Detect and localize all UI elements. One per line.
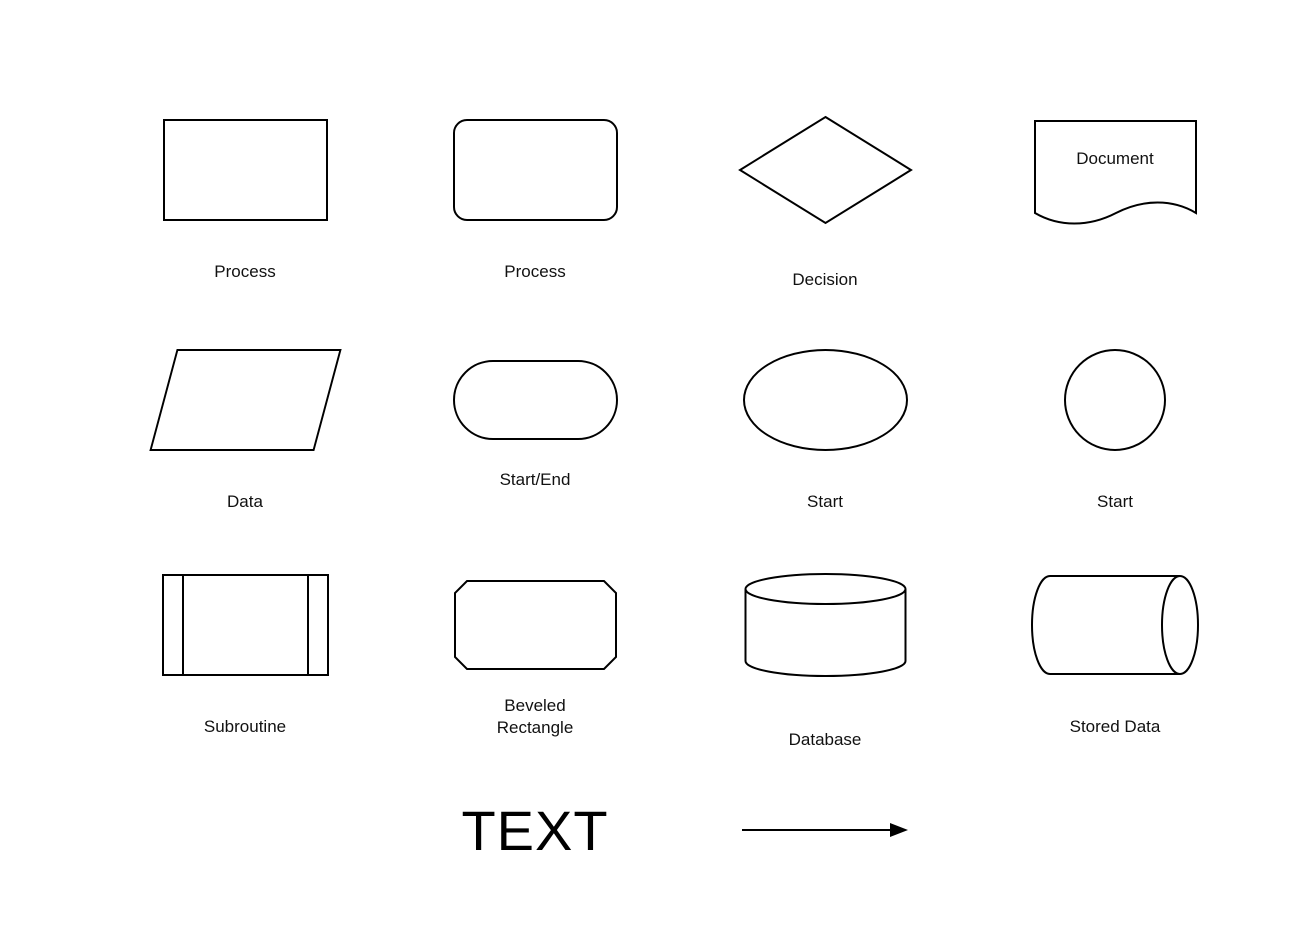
diamond-icon bbox=[738, 115, 913, 225]
shape-label: Process bbox=[163, 221, 328, 323]
shape-beveled-rectangle: Beveled Rectangle bbox=[390, 545, 680, 705]
shape-process-rectangle: Process bbox=[100, 90, 390, 250]
shape-data: Data bbox=[100, 320, 390, 480]
subroutine-icon bbox=[162, 574, 329, 676]
shape-document: Document bbox=[970, 90, 1260, 250]
shape-label: Decision bbox=[738, 225, 913, 335]
shape-start-circle: Start bbox=[970, 320, 1260, 480]
shape-start-end: Start/End bbox=[390, 320, 680, 480]
flowchart-shapes-palette: Process Process Decision Document bbox=[0, 0, 1298, 940]
shape-subroutine: Subroutine bbox=[100, 545, 390, 705]
ellipse-icon bbox=[743, 349, 908, 451]
rectangle-icon bbox=[163, 119, 328, 221]
shape-stored-data: Stored Data bbox=[970, 545, 1260, 705]
text-label: TEXT bbox=[461, 798, 608, 863]
stored-data-icon bbox=[1030, 574, 1200, 676]
shape-database: Database bbox=[680, 545, 970, 705]
document-icon bbox=[1033, 119, 1198, 225]
rounded-rectangle-icon bbox=[453, 119, 618, 221]
shape-label: Document bbox=[1033, 149, 1198, 169]
beveled-rectangle-icon bbox=[453, 579, 618, 671]
arrow-icon bbox=[740, 820, 910, 840]
row-3: Subroutine Beveled Rectangle Database bbox=[0, 545, 1298, 705]
empty-cell bbox=[970, 750, 1260, 910]
row-2: Data Start/End Start Start bbox=[0, 320, 1298, 480]
shape-start-ellipse: Start bbox=[680, 320, 970, 480]
shape-arrow bbox=[680, 750, 970, 910]
shape-label: Process bbox=[453, 221, 618, 323]
parallelogram-icon bbox=[149, 349, 341, 451]
row-4: TEXT bbox=[0, 750, 1298, 910]
shape-label: Data bbox=[163, 451, 328, 553]
row-1: Process Process Decision Document bbox=[0, 90, 1298, 250]
shape-decision: Decision bbox=[680, 90, 970, 250]
empty-cell bbox=[100, 750, 390, 910]
shape-label: Start bbox=[1064, 451, 1166, 553]
shape-label: Start/End bbox=[453, 440, 618, 520]
shape-text: TEXT bbox=[390, 750, 680, 910]
stadium-icon bbox=[453, 360, 618, 440]
shape-label: Start bbox=[743, 451, 908, 553]
circle-icon bbox=[1064, 349, 1166, 451]
shape-process-rounded: Process bbox=[390, 90, 680, 250]
cylinder-icon bbox=[743, 572, 908, 678]
